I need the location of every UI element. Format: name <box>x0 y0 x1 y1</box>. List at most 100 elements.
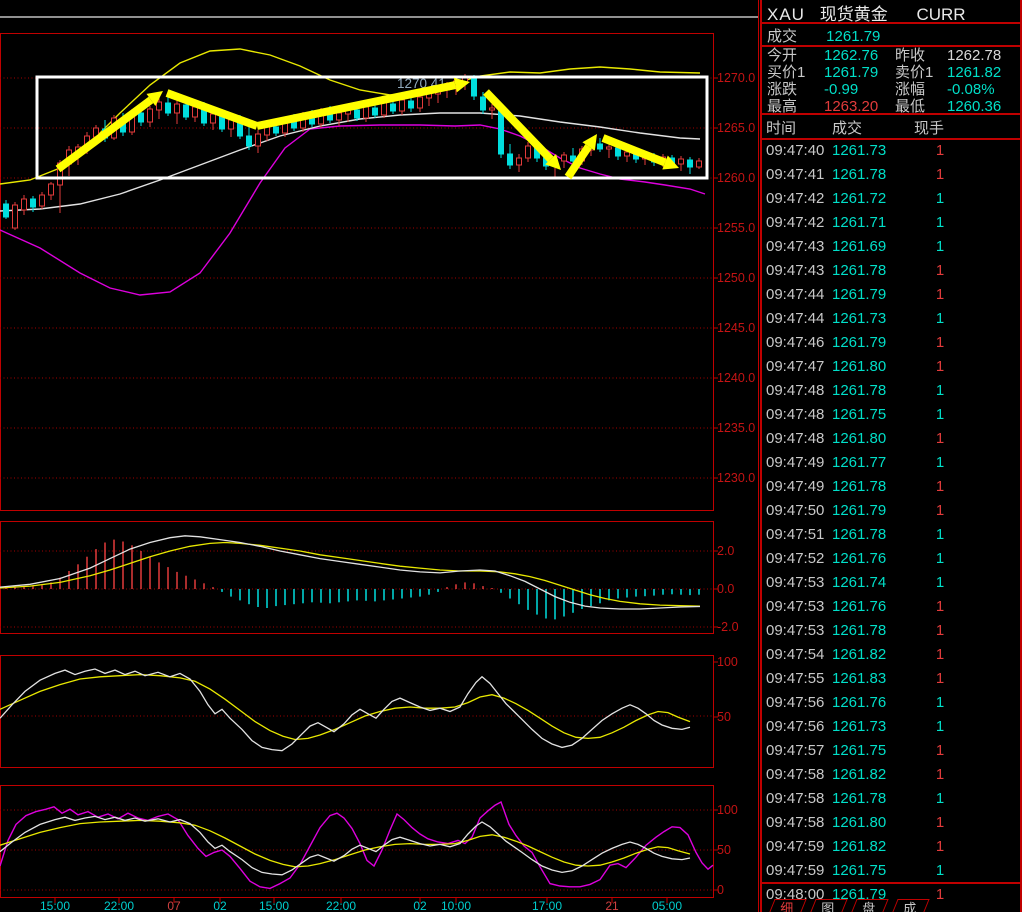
trade-lots: 1 <box>930 403 950 427</box>
trade-time: 09:47:44 <box>766 307 824 331</box>
tape-row[interactable]: 09:47:531261.741 <box>762 571 1020 595</box>
divider <box>762 882 1020 884</box>
tab-细[interactable]: 细 <box>767 899 806 912</box>
tape-row[interactable]: 09:47:481261.751 <box>762 403 1020 427</box>
trade-time: 09:47:48 <box>766 427 824 451</box>
tab-label: 图 <box>813 900 843 912</box>
multi-panel-chart[interactable]: 1270.01265.01260.01255.01250.01245.01240… <box>0 0 760 912</box>
tape-row[interactable]: 09:47:551261.831 <box>762 667 1020 691</box>
candle-down <box>499 110 504 154</box>
tape-row[interactable]: 09:47:591261.821 <box>762 835 1020 859</box>
macd-panel: 2.00.0-2.0 <box>0 522 739 635</box>
tape-row[interactable]: 09:47:421261.711 <box>762 211 1020 235</box>
candle-up <box>697 161 702 167</box>
candle-up <box>400 100 405 111</box>
tape-row[interactable]: 09:47:581261.781 <box>762 787 1020 811</box>
trade-price: 1261.78 <box>832 475 886 499</box>
last-price-row: 成交 1261.79 <box>762 25 1020 45</box>
trade-price: 1261.80 <box>832 427 886 451</box>
tape-row[interactable]: 09:47:591261.751 <box>762 859 1020 883</box>
arrow-shaft <box>486 92 551 159</box>
trade-time: 09:47:56 <box>766 691 824 715</box>
field-label: 昨收 <box>895 47 947 64</box>
tape-row[interactable]: 09:47:531261.761 <box>762 595 1020 619</box>
tape-row[interactable]: 09:47:491261.781 <box>762 475 1020 499</box>
tape-row[interactable]: 09:47:421261.721 <box>762 187 1020 211</box>
tape-row[interactable]: 09:47:461261.791 <box>762 331 1020 355</box>
tape-row[interactable]: 09:47:501261.791 <box>762 499 1020 523</box>
trade-lots: 1 <box>930 763 950 787</box>
tape-row[interactable]: 09:47:581261.801 <box>762 811 1020 835</box>
trade-time: 09:47:42 <box>766 187 824 211</box>
trade-time: 09:47:53 <box>766 619 824 643</box>
candle-up <box>175 104 180 113</box>
trade-lots: 1 <box>930 475 950 499</box>
tape-row[interactable]: 09:47:541261.821 <box>762 643 1020 667</box>
trade-time: 09:47:43 <box>766 259 824 283</box>
tape-row[interactable]: 09:47:471261.801 <box>762 355 1020 379</box>
tab-label: 细 <box>772 900 802 912</box>
trade-time: 09:47:50 <box>766 499 824 523</box>
kdj-d-line <box>0 820 690 866</box>
trade-price: 1261.78 <box>832 523 886 547</box>
arrow-shaft <box>568 146 589 177</box>
trade-lots: 1 <box>930 211 950 235</box>
trade-price: 1261.75 <box>832 739 886 763</box>
quote-panel: XAU 现货黄金 CURR 成交 1261.79 今开1262.76昨收1262… <box>760 0 1022 912</box>
time-axis: 15:0022:00070215:0022:000210:0017:002105… <box>40 897 682 912</box>
kdj-j-line <box>0 802 713 888</box>
time-label: 05:00 <box>652 899 682 912</box>
tape-row[interactable]: 09:47:581261.821 <box>762 763 1020 787</box>
candle-up <box>607 147 612 149</box>
tape-row[interactable]: 09:47:511261.781 <box>762 523 1020 547</box>
trade-lots: 1 <box>930 595 950 619</box>
tape-row[interactable]: 09:47:491261.771 <box>762 451 1020 475</box>
trade-time: 09:47:53 <box>766 571 824 595</box>
candle-down <box>166 103 171 113</box>
tape-row[interactable]: 09:47:411261.781 <box>762 163 1020 187</box>
candle-up <box>22 199 27 210</box>
tab-盘[interactable]: 盘 <box>849 899 888 912</box>
tape-row[interactable]: 09:47:561261.761 <box>762 691 1020 715</box>
trade-lots: 1 <box>930 379 950 403</box>
tape-list[interactable]: 09:47:401261.73109:47:411261.78109:47:42… <box>762 139 1020 907</box>
tape-row[interactable]: 09:47:401261.731 <box>762 139 1020 163</box>
candle-down <box>481 97 486 110</box>
trade-lots: 1 <box>930 259 950 283</box>
quote-field-row: 涨跌-0.99涨幅-0.08% <box>762 81 1020 98</box>
field-label: 今开 <box>767 47 824 64</box>
candle-up <box>418 97 423 108</box>
trade-lots: 1 <box>930 571 950 595</box>
tape-row[interactable]: 09:47:521261.761 <box>762 547 1020 571</box>
time-label: 21 <box>605 899 619 912</box>
tape-row[interactable]: 09:47:531261.781 <box>762 619 1020 643</box>
chart-area[interactable]: 1270.01265.01260.01255.01250.01245.01240… <box>0 0 760 912</box>
tape-row[interactable]: 09:47:431261.781 <box>762 259 1020 283</box>
tape-row[interactable]: 09:47:481261.801 <box>762 427 1020 451</box>
trade-lots: 1 <box>930 619 950 643</box>
tape-row[interactable]: 09:47:561261.731 <box>762 715 1020 739</box>
axis-label: 2.0 <box>717 544 734 558</box>
candle-up <box>13 205 18 228</box>
tape-row[interactable]: 09:47:441261.731 <box>762 307 1020 331</box>
panel-tabs[interactable]: 细图盘成 <box>762 899 1020 912</box>
time-label: 02 <box>413 899 427 912</box>
candle-up <box>157 102 162 110</box>
tape-row[interactable]: 09:47:441261.791 <box>762 283 1020 307</box>
quote-field-row: 买价11261.79卖价11261.82 <box>762 64 1020 81</box>
trade-time: 09:47:51 <box>766 523 824 547</box>
tab-成[interactable]: 成 <box>890 899 929 912</box>
trade-lots: 1 <box>930 307 950 331</box>
axis-label: 1235.0 <box>717 421 755 435</box>
tape-row[interactable]: 09:47:431261.691 <box>762 235 1020 259</box>
axis-label: 1240.0 <box>717 371 755 385</box>
trade-lots: 1 <box>930 547 950 571</box>
axis-label: 1230.0 <box>717 471 755 485</box>
tab-图[interactable]: 图 <box>808 899 847 912</box>
candle-up <box>337 113 342 120</box>
tape-row[interactable]: 09:47:571261.751 <box>762 739 1020 763</box>
time-label: 10:00 <box>441 899 471 912</box>
time-label: 15:00 <box>259 899 289 912</box>
axis-label: 1270.0 <box>717 71 755 85</box>
tape-row[interactable]: 09:47:481261.781 <box>762 379 1020 403</box>
